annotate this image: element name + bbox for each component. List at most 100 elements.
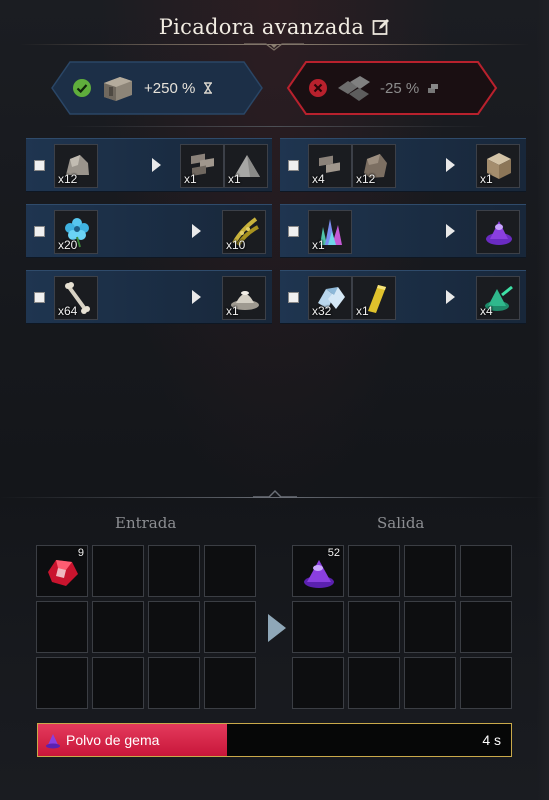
edit-icon[interactable] — [372, 18, 390, 36]
check-circle-icon — [73, 79, 91, 97]
recipe-arrow — [446, 290, 455, 304]
cross-circle-icon — [309, 79, 327, 97]
output-label: Salida — [377, 514, 425, 532]
progress-time: 4 s — [482, 732, 501, 748]
item-count: 9 — [77, 547, 84, 559]
qty-label: x1 — [356, 304, 369, 318]
input-slot[interactable] — [204, 657, 256, 709]
qty-label: x1 — [480, 172, 493, 186]
output-slot[interactable] — [460, 657, 512, 709]
input-slot[interactable] — [92, 601, 144, 653]
process-arrow-icon — [268, 614, 286, 642]
input-slot[interactable] — [148, 657, 200, 709]
recipe-arrow — [152, 158, 161, 172]
recipe-output-slot[interactable]: x1 — [180, 144, 224, 188]
recipe-checkbox[interactable] — [288, 292, 299, 303]
qty-label: x12 — [356, 172, 376, 186]
output-slot[interactable] — [348, 545, 400, 597]
input-slot[interactable] — [36, 657, 88, 709]
ruby-icon — [48, 560, 78, 586]
recipe-input-slot[interactable]: x32 — [308, 276, 352, 320]
bonus-modifier[interactable]: +250 % — [50, 60, 264, 116]
purple-dust-icon — [486, 221, 512, 245]
recipe-checkbox[interactable] — [34, 292, 45, 303]
qty-label: x4 — [312, 172, 325, 186]
recipe-row[interactable]: x64 x1 — [26, 270, 272, 324]
qty-label: x64 — [58, 304, 78, 318]
qty-label: x1 — [228, 172, 241, 186]
recipe-input-slot[interactable]: x4 — [308, 144, 352, 188]
header-ornament — [244, 43, 304, 51]
recipe-input-slot[interactable]: x1 — [352, 276, 396, 320]
crafting-progress-bar: Polvo de gema 4 s — [37, 723, 512, 757]
purple-dust-icon — [304, 560, 334, 588]
modifiers-divider — [60, 126, 489, 127]
modifiers: +250 % -25 % — [0, 60, 549, 118]
qty-label: x1 — [226, 304, 239, 318]
input-slot[interactable] — [92, 545, 144, 597]
progress-label: Polvo de gema — [66, 732, 160, 748]
qty-label: x12 — [58, 172, 78, 186]
recipe-output-slot[interactable]: x4 — [476, 276, 520, 320]
recipe-input-slot[interactable]: x12 — [352, 144, 396, 188]
input-label: Entrada — [115, 514, 177, 532]
recipe-arrow — [446, 158, 455, 172]
recipe-row[interactable]: x20 x10 — [26, 204, 272, 258]
output-slot[interactable] — [404, 545, 456, 597]
plates-icon — [338, 76, 370, 101]
recipe-input-slot[interactable]: x64 — [54, 276, 98, 320]
qty-label: x1 — [184, 172, 197, 186]
window-edge — [537, 0, 549, 800]
item-count: 52 — [327, 547, 340, 559]
qty-label: x1 — [312, 238, 325, 252]
hourglass-icon — [204, 82, 213, 94]
recipe-arrow — [192, 224, 201, 238]
qty-label: x10 — [226, 238, 246, 252]
output-slot[interactable] — [292, 657, 344, 709]
input-grid: 9 — [36, 545, 256, 709]
recipe-input-slot[interactable]: x1 — [308, 210, 352, 254]
output-slot[interactable] — [348, 601, 400, 653]
recipe-arrow — [446, 224, 455, 238]
coins-icon — [428, 84, 439, 93]
output-grid: 52 — [292, 545, 512, 709]
recipe-checkbox[interactable] — [34, 226, 45, 237]
output-slot[interactable] — [460, 601, 512, 653]
input-slot[interactable] — [36, 601, 88, 653]
input-slot[interactable] — [148, 545, 200, 597]
bonus-value: +250 % — [144, 79, 196, 97]
recipe-output-slot[interactable]: x1 — [224, 144, 268, 188]
output-slot[interactable] — [292, 601, 344, 653]
recipe-checkbox[interactable] — [288, 160, 299, 171]
recipe-output-slot[interactable]: x1 — [476, 144, 520, 188]
input-slot[interactable]: 9 — [36, 545, 88, 597]
recipe-input-slot[interactable]: x20 — [54, 210, 98, 254]
recipe-row[interactable]: x1 — [280, 204, 526, 258]
output-slot[interactable] — [348, 657, 400, 709]
recipe-row[interactable]: x4 x12 x1 — [280, 138, 526, 192]
recipe-output-slot[interactable]: x10 — [222, 210, 266, 254]
penalty-value: -25 % — [380, 79, 420, 97]
input-slot[interactable] — [92, 657, 144, 709]
qty-label: x32 — [312, 304, 332, 318]
input-slot[interactable] — [204, 545, 256, 597]
recipe-checkbox[interactable] — [288, 226, 299, 237]
output-slot[interactable] — [460, 545, 512, 597]
recipe-input-slot[interactable]: x12 — [54, 144, 98, 188]
penalty-modifier[interactable]: -25 % — [286, 60, 498, 116]
recipe-row[interactable]: x12 x1 x1 — [26, 138, 272, 192]
divider-ornament — [253, 490, 297, 498]
recipe-output-slot[interactable] — [476, 210, 520, 254]
output-slot[interactable] — [404, 657, 456, 709]
recipe-arrow — [192, 290, 201, 304]
input-slot[interactable] — [204, 601, 256, 653]
qty-label: x20 — [58, 238, 78, 252]
crate-icon — [104, 77, 132, 101]
qty-label: x4 — [480, 304, 493, 318]
recipe-output-slot[interactable]: x1 — [222, 276, 266, 320]
recipe-checkbox[interactable] — [34, 160, 45, 171]
recipe-row[interactable]: x32 x1 x4 — [280, 270, 526, 324]
output-slot[interactable] — [404, 601, 456, 653]
output-slot[interactable]: 52 — [292, 545, 344, 597]
input-slot[interactable] — [148, 601, 200, 653]
